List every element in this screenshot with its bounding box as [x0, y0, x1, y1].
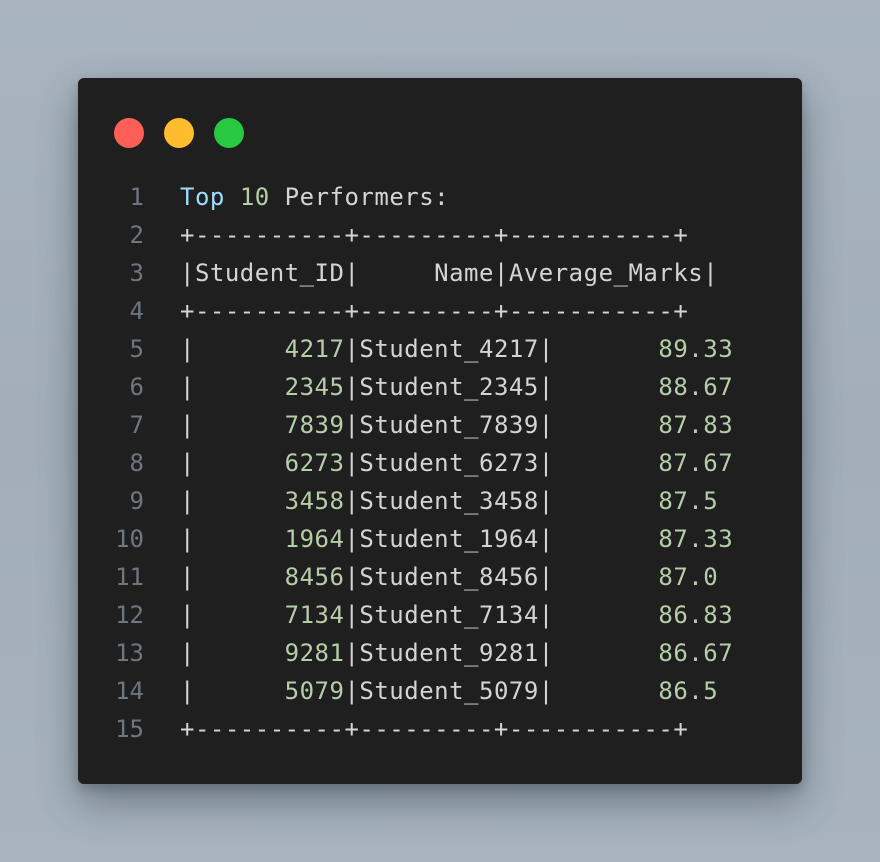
line-text: | 7134|Student_7134| 86.83	[180, 596, 733, 634]
code-line: 10 | 1964|Student_1964| 87.33	[78, 520, 802, 558]
line-number: 10	[115, 525, 144, 553]
line-number: 9	[129, 487, 144, 515]
code-token: |Student_6273|	[344, 449, 659, 477]
code-token: |Student_5079|	[344, 677, 659, 705]
code-line: 9 | 3458|Student_3458| 87.5	[78, 482, 802, 520]
code-token: 3458	[284, 487, 345, 515]
line-text: | 2345|Student_2345| 88.67	[180, 368, 733, 406]
code-token: 89.33	[658, 335, 734, 363]
line-number: 13	[115, 639, 144, 667]
line-text: | 5079|Student_5079| 86.5	[180, 672, 718, 710]
code-line: 15 +----------+---------+-----------+	[78, 710, 802, 748]
code-token: 88.67	[658, 373, 734, 401]
code-window: 1 Top 10 Performers: 2 +----------+--------…	[78, 78, 802, 784]
maximize-dot-icon[interactable]	[214, 118, 244, 148]
code-token: 7134	[284, 601, 345, 629]
code-token: 6273	[284, 449, 345, 477]
code-line: 2 +----------+---------+-----------+	[78, 216, 802, 254]
line-number: 2	[129, 221, 144, 249]
minimize-dot-icon[interactable]	[164, 118, 194, 148]
code-token: 87.67	[658, 449, 734, 477]
line-number: 7	[129, 411, 144, 439]
line-number: 5	[129, 335, 144, 363]
code-token: 4217	[284, 335, 345, 363]
line-text: | 4217|Student_4217| 89.33	[180, 330, 733, 368]
close-dot-icon[interactable]	[114, 118, 144, 148]
code-token: |	[180, 525, 285, 553]
code-token: |	[180, 563, 285, 591]
code-token: |	[180, 639, 285, 667]
code-line: 6 | 2345|Student_2345| 88.67	[78, 368, 802, 406]
code-line: 1 Top 10 Performers:	[78, 178, 802, 216]
line-number: 11	[115, 563, 144, 591]
code-token: |	[180, 373, 285, 401]
line-number: 14	[115, 677, 144, 705]
code-line: 8 | 6273|Student_6273| 87.67	[78, 444, 802, 482]
code-token: |Student_7134|	[344, 601, 659, 629]
line-number: 3	[129, 259, 144, 287]
code-token: |Student_7839|	[344, 411, 659, 439]
code-token: 86.67	[658, 639, 734, 667]
code-token: 7839	[284, 411, 345, 439]
line-number: 6	[129, 373, 144, 401]
code-token: |Student_2345|	[344, 373, 659, 401]
code-token: |Student_3458|	[344, 487, 659, 515]
code-token: |Student_1964|	[344, 525, 659, 553]
code-line: 14 | 5079|Student_5079| 86.5	[78, 672, 802, 710]
code-token: |Student_4217|	[344, 335, 659, 363]
code-token: |	[180, 677, 285, 705]
line-number: 1	[129, 183, 144, 211]
code-line: 3 |Student_ID| Name|Average_Marks|	[78, 254, 802, 292]
line-text: |Student_ID| Name|Average_Marks|	[180, 254, 718, 292]
code-line: 7 | 7839|Student_7839| 87.83	[78, 406, 802, 444]
line-text: +----------+---------+-----------+	[180, 710, 688, 748]
line-number: 15	[115, 715, 144, 743]
line-text: | 3458|Student_3458| 87.5	[180, 482, 718, 520]
code-token: 87.83	[658, 411, 734, 439]
code-token: 1964	[284, 525, 345, 553]
code-token: 8456	[284, 563, 345, 591]
code-token: |Student_ID| Name|Average_Marks|	[180, 259, 719, 287]
code-line: 12 | 7134|Student_7134| 86.83	[78, 596, 802, 634]
code-token: 87.0	[658, 563, 719, 591]
code-token: |	[180, 335, 285, 363]
code-line: 4 +----------+---------+-----------+	[78, 292, 802, 330]
code-token: 86.83	[658, 601, 734, 629]
code-token: +----------+---------+-----------+	[180, 221, 689, 249]
code-token: 87.5	[658, 487, 719, 515]
code-token: |	[180, 601, 285, 629]
code-token: Performers:	[269, 183, 450, 211]
code-token: 5079	[284, 677, 345, 705]
line-text: Top 10 Performers:	[180, 178, 449, 216]
line-text: | 7839|Student_7839| 87.83	[180, 406, 733, 444]
code-token: 86.5	[658, 677, 719, 705]
code-token: 9281	[284, 639, 345, 667]
line-text: +----------+---------+-----------+	[180, 292, 688, 330]
line-number: 8	[129, 449, 144, 477]
code-token: |Student_9281|	[344, 639, 659, 667]
line-text: | 9281|Student_9281| 86.67	[180, 634, 733, 672]
code-line: 5 | 4217|Student_4217| 89.33	[78, 330, 802, 368]
line-text: | 1964|Student_1964| 87.33	[180, 520, 733, 558]
code-token: +----------+---------+-----------+	[180, 715, 689, 743]
code-line: 13 | 9281|Student_9281| 86.67	[78, 634, 802, 672]
code-token: 2345	[284, 373, 345, 401]
code-token: 87.33	[658, 525, 734, 553]
code-token: |Student_8456|	[344, 563, 659, 591]
line-number: 12	[115, 601, 144, 629]
code-token: Top	[180, 183, 225, 211]
line-text: +----------+---------+-----------+	[180, 216, 688, 254]
code-token: 10	[239, 183, 270, 211]
code-line: 11 | 8456|Student_8456| 87.0	[78, 558, 802, 596]
code-token: |	[180, 411, 285, 439]
line-text: | 8456|Student_8456| 87.0	[180, 558, 718, 596]
line-number: 4	[129, 297, 144, 325]
code-token: |	[180, 487, 285, 515]
line-text: | 6273|Student_6273| 87.67	[180, 444, 733, 482]
code-token: |	[180, 449, 285, 477]
code-token: +----------+---------+-----------+	[180, 297, 689, 325]
